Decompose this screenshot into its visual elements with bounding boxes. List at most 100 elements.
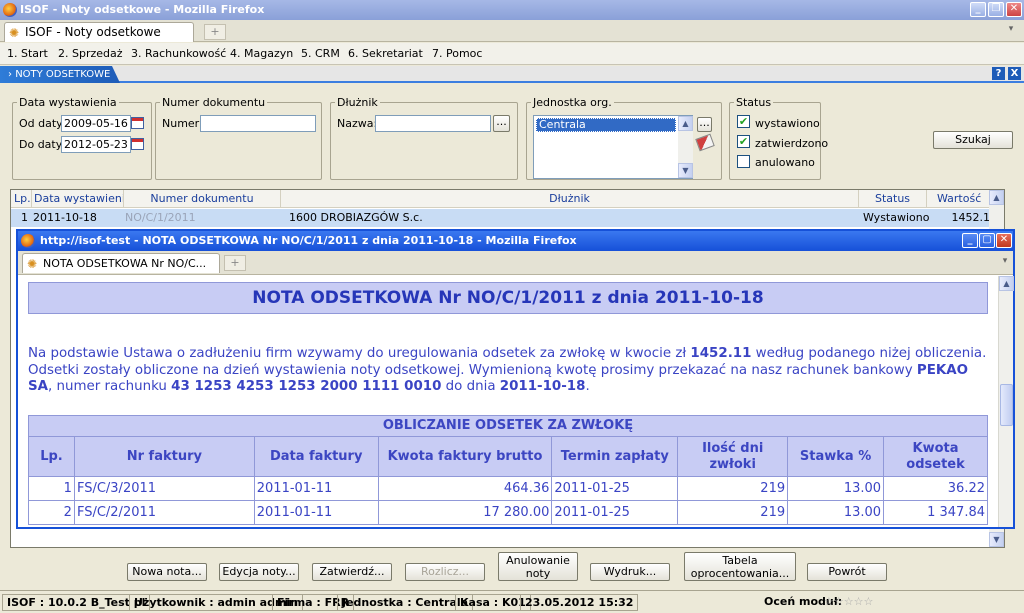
popup-minimize-button[interactable]: _ (962, 233, 978, 248)
minimize-button[interactable]: _ (970, 2, 986, 17)
new-tab-button[interactable]: + (204, 24, 226, 40)
calc-cell: 17 280.00 (377, 500, 553, 525)
main-menu: 1. Start 2. Sprzedaż 3. Rachunkowość 4. … (0, 43, 1024, 65)
col-value[interactable]: Wartość (927, 190, 990, 208)
calc-cell: 13.00 (787, 476, 885, 501)
from-date-input[interactable] (61, 115, 131, 132)
menu-warehouse[interactable]: 4. Magazyn (230, 47, 293, 60)
help-icon[interactable]: ? (992, 67, 1005, 80)
calendar-icon[interactable] (131, 138, 144, 150)
calc-col-invdate: Data faktury (253, 436, 379, 477)
col-docnum[interactable]: Numer dokumentu (124, 190, 281, 208)
menu-secretariat[interactable]: 6. Sekretariat (348, 47, 423, 60)
docnum-input[interactable] (200, 115, 316, 132)
interest-table-button[interactable]: Tabela oprocentowania... (684, 552, 796, 581)
docnum-filter-group: Numer dokumentu Numer: (155, 96, 322, 180)
print-button[interactable]: Wydruk... (590, 563, 670, 581)
approve-button[interactable]: Zatwierdź... (312, 563, 392, 581)
tab-list-icon[interactable]: ▾ (1003, 24, 1019, 40)
scroll-thumb[interactable] (1000, 384, 1013, 426)
new-tab-button[interactable]: + (224, 255, 246, 271)
row-debtor: 1600 DROBIAZGÓW S.c. (289, 211, 423, 224)
status-approved-label: zatwierdzono (755, 137, 829, 150)
maximize-button[interactable]: ❐ (988, 2, 1004, 17)
close-icon[interactable]: X (1008, 67, 1021, 80)
sun-icon: ✺ (27, 257, 38, 271)
menu-crm[interactable]: 5. CRM (301, 47, 340, 60)
popup-close-button[interactable]: ✕ (996, 233, 1012, 248)
col-status[interactable]: Status (859, 190, 927, 208)
from-date-label: Od daty: (19, 117, 66, 130)
window-title: ISOF - Noty odsetkowe - Mozilla Firefox (20, 3, 265, 16)
unit-filter-group: Jednostka org. Centrala ▲ ▼ ... (526, 96, 722, 180)
sun-icon: ✺ (9, 26, 20, 40)
debtor-browse-button[interactable]: ... (493, 115, 510, 132)
unit-option[interactable]: Centrala (536, 118, 676, 132)
unit-browse-button[interactable]: ... (697, 117, 712, 132)
scroll-up-icon[interactable]: ▲ (989, 190, 1004, 205)
unit-scrollbar[interactable]: ▲ ▼ (678, 116, 693, 178)
search-button[interactable]: Szukaj (933, 131, 1013, 149)
browser-tab[interactable]: ✺ ISOF - Noty odsetkowe (4, 22, 194, 42)
menu-help[interactable]: 7. Pomoc (432, 47, 482, 60)
table-row: 2 FS/C/2/2011 2011-01-11 17 280.00 2011-… (28, 500, 988, 525)
calc-cell: 219 (677, 500, 789, 525)
scroll-up-icon[interactable]: ▲ (678, 116, 693, 131)
status-datetime: 23.05.2012 15:32 (520, 594, 639, 611)
popup-maximize-button[interactable]: ▢ (979, 233, 995, 248)
section-bar: › NOTY ODSETKOWE ? X (0, 66, 1024, 83)
debtor-filter-group: Dłużnik Nazwa: ... (330, 96, 518, 180)
row-lp: 1 (21, 211, 28, 224)
date-filter-group: Data wystawienia Od daty: Do daty: (12, 96, 152, 180)
settle-button[interactable]: Rozlicz... (405, 563, 485, 581)
calc-col-invoice: Nr faktury (73, 436, 255, 477)
row-value: 1452.11 (951, 211, 998, 224)
browser-tab-label: ISOF - Noty odsetkowe (25, 25, 161, 39)
calc-cell: FS/C/2/2011 (73, 500, 255, 525)
status-approved-checkbox[interactable]: ✔ (737, 135, 750, 148)
unit-legend: Jednostka org. (531, 96, 614, 109)
cancel-note-button[interactable]: Anulowanie noty (498, 552, 578, 581)
debtor-legend: Dłużnik (335, 96, 380, 109)
firefox-icon (21, 234, 35, 248)
status-cancelled-label: anulowano (755, 156, 815, 169)
calc-cell: 2011-01-25 (551, 476, 679, 501)
debtor-input[interactable] (375, 115, 491, 132)
col-debtor[interactable]: Dłużnik (281, 190, 859, 208)
calc-cell: 36.22 (883, 476, 988, 501)
menu-sales[interactable]: 2. Sprzedaż (58, 47, 123, 60)
to-date-label: Do daty: (19, 138, 66, 151)
menu-start[interactable]: 1. Start (7, 47, 48, 60)
status-issued-checkbox[interactable]: ✔ (737, 115, 750, 128)
close-window-button[interactable]: ✕ (1006, 2, 1022, 17)
calc-header-row: Lp. Nr faktury Data faktury Kwota faktur… (28, 436, 988, 477)
back-button[interactable]: Powrót (807, 563, 887, 581)
status-cancelled-checkbox[interactable] (737, 155, 750, 168)
scroll-down-icon[interactable]: ▼ (989, 532, 1004, 547)
unit-listbox[interactable]: Centrala ▲ ▼ (533, 115, 693, 179)
calc-cell: 2011-01-11 (253, 500, 379, 525)
tab-list-icon[interactable]: ▾ (998, 256, 1012, 270)
rating-stars[interactable]: ☆☆☆☆☆ (820, 594, 877, 611)
calc-col-due: Termin zapłaty (551, 436, 679, 477)
menu-accounting[interactable]: 3. Rachunkowość (131, 47, 226, 60)
scroll-up-icon[interactable]: ▲ (999, 276, 1014, 291)
new-note-button[interactable]: Nowa nota... (127, 563, 207, 581)
row-status: Wystawiono (863, 211, 930, 224)
calc-col-rate: Stawka % (787, 436, 885, 477)
eraser-icon[interactable] (695, 133, 715, 152)
calc-cell: 1 (28, 476, 75, 501)
popup-tab[interactable]: ✺ NOTA ODSETKOWA Nr NO/C... (22, 253, 220, 273)
popup-scrollbar[interactable]: ▲ (998, 276, 1014, 527)
calc-heading: OBLICZANIE ODSETEK ZA ZWŁOKĘ (28, 415, 988, 437)
edit-note-button[interactable]: Edycja noty... (219, 563, 299, 581)
popup-title: http://isof-test - NOTA ODSETKOWA Nr NO/… (40, 234, 577, 247)
calc-cell: 2011-01-25 (551, 500, 679, 525)
browser-tabbar: ✺ ISOF - Noty odsetkowe + ▾ (0, 20, 1024, 42)
to-date-input[interactable] (61, 136, 131, 153)
col-lp[interactable]: Lp. (11, 190, 32, 208)
scroll-down-icon[interactable]: ▼ (678, 163, 693, 178)
note-paragraph: Na podstawie Ustawa o zadłużeniu firm wz… (28, 346, 987, 394)
col-date[interactable]: Data wystawienia ▿ (32, 190, 124, 208)
calendar-icon[interactable] (131, 117, 144, 129)
